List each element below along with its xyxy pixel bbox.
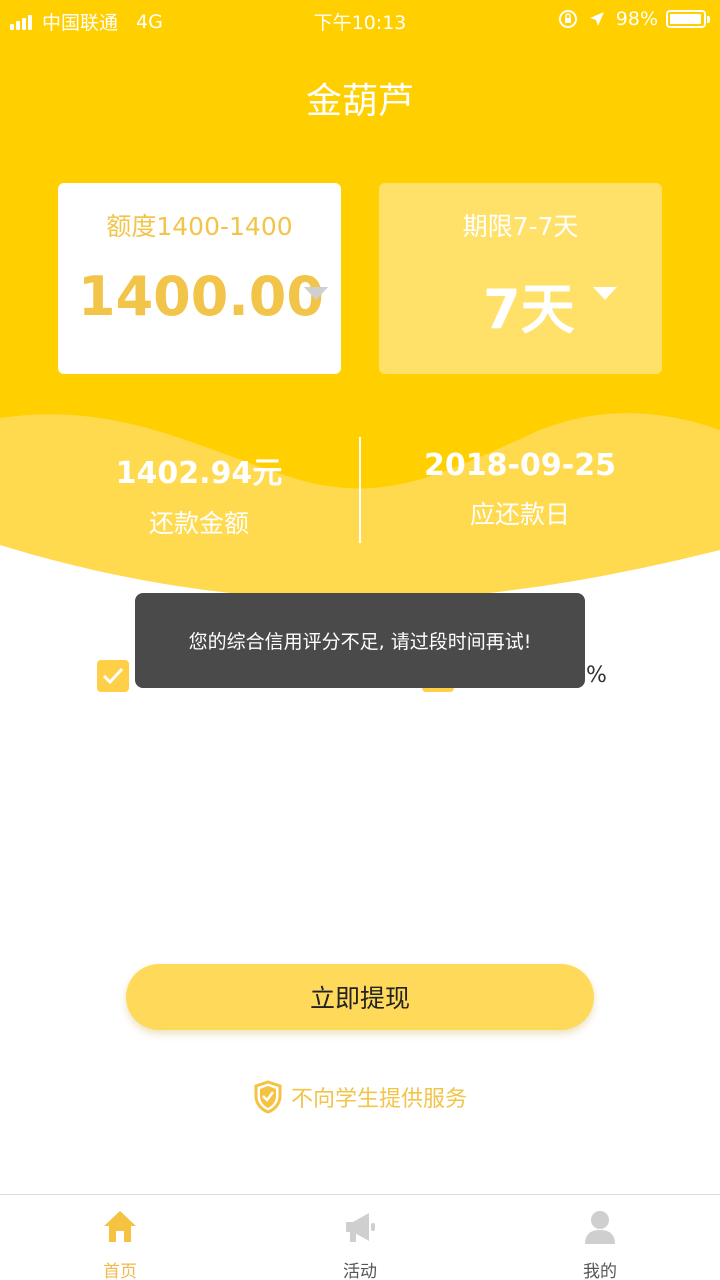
due-date-block: 2018-09-25 应还款日 — [340, 448, 700, 531]
battery-icon — [666, 10, 710, 28]
amount-card[interactable]: 额度1400-1400 1400.00 — [58, 183, 341, 374]
battery-percent: 98% — [615, 8, 658, 30]
shield-check-icon — [254, 1080, 282, 1114]
repay-amount-block: 1402.94元 还款金额 — [19, 448, 379, 540]
tab-mine-label: 我的 — [583, 1262, 617, 1280]
term-range-caption: 期限7-7天 — [462, 212, 579, 241]
tab-home-label: 首页 — [103, 1262, 137, 1280]
tab-activity-label: 活动 — [343, 1262, 377, 1280]
due-date-value: 2018-09-25 — [424, 448, 616, 483]
rotation-lock-icon — [558, 10, 577, 28]
repay-amount-value: 1402.94元 — [115, 456, 283, 491]
repay-amount-label: 还款金额 — [148, 509, 249, 538]
term-value: 7天 — [483, 278, 575, 341]
amount-value: 1400.00 — [78, 265, 324, 328]
agreement-checkbox[interactable] — [97, 660, 129, 692]
person-icon — [585, 1211, 615, 1244]
location-arrow-icon — [589, 12, 604, 26]
student-notice: 不向学生提供服务 — [0, 1080, 720, 1114]
checkmark-icon — [102, 667, 124, 685]
megaphone-icon — [346, 1213, 375, 1242]
amount-range-caption: 额度1400-1400 — [106, 212, 293, 241]
tab-bar: 首页 活动 我的 — [0, 1194, 720, 1280]
notice-text: 不向学生提供服务 — [290, 1087, 467, 1112]
app-title: 金葫芦 — [305, 81, 414, 122]
due-date-label: 应还款日 — [469, 500, 570, 529]
tab-activity[interactable]: 活动 — [240, 1195, 480, 1280]
tab-home[interactable]: 首页 — [0, 1195, 240, 1280]
term-card[interactable]: 期限7-7天 7天 — [379, 183, 662, 374]
home-icon — [104, 1211, 136, 1242]
term-dropdown-arrow-icon[interactable] — [593, 287, 617, 300]
status-bar: 中国联通 4G 下午10:13 98% — [0, 0, 720, 40]
error-toast: 您的综合信用评分不足, 请过段时间再试! — [135, 593, 585, 688]
toast-message: 您的综合信用评分不足, 请过段时间再试! — [188, 631, 532, 653]
tab-mine[interactable]: 我的 — [480, 1195, 720, 1280]
amount-dropdown-arrow-icon[interactable] — [304, 287, 328, 300]
withdraw-button[interactable]: 立即提现 — [126, 964, 594, 1030]
